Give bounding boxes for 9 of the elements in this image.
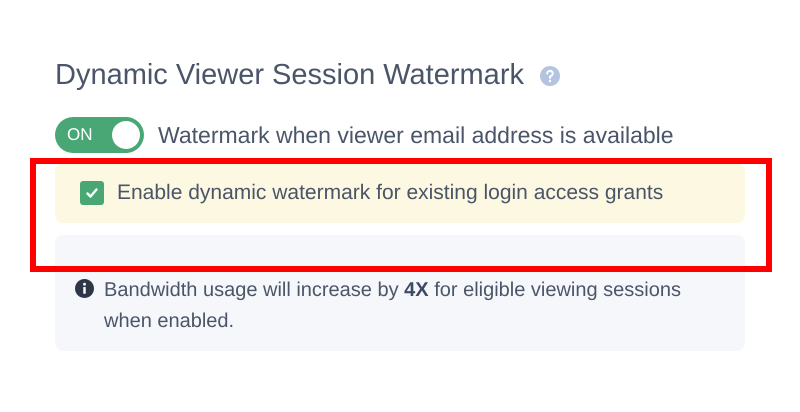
checkbox-label: Enable dynamic watermark for existing login access grants [117, 180, 664, 206]
help-icon[interactable] [540, 66, 560, 86]
section-title: Dynamic Viewer Session Watermark [55, 58, 524, 94]
checkbox[interactable] [80, 181, 104, 205]
info-icon [75, 279, 94, 298]
info-text: Bandwidth usage will increase by 4X for eligible viewing sessions when enabled. [104, 278, 682, 334]
checkmark-icon [85, 186, 99, 200]
toggle-label: Watermark when viewer email address is available [158, 120, 674, 150]
toggle-switch[interactable]: ON [55, 117, 144, 153]
